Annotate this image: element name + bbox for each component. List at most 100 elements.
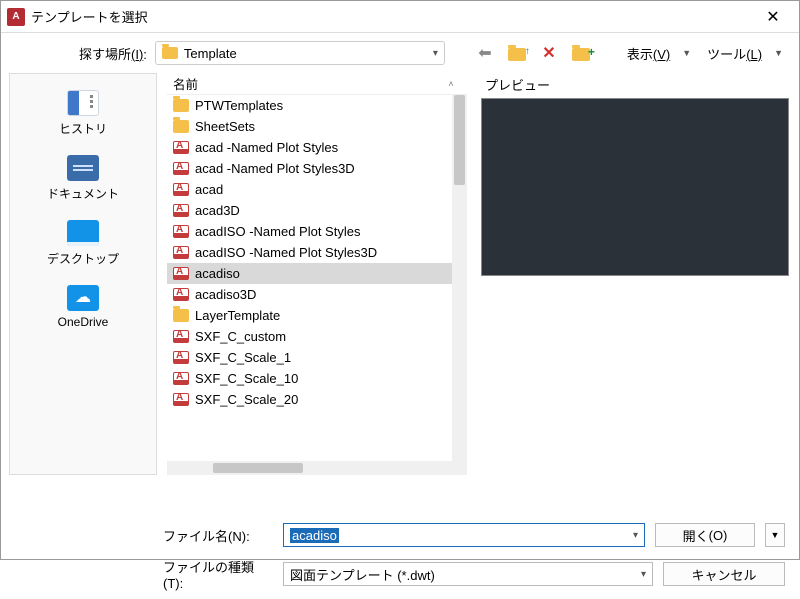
file-row[interactable]: acad -Named Plot Styles3D (167, 158, 467, 179)
file-name: acadISO -Named Plot Styles (195, 224, 360, 239)
documents-icon (67, 155, 99, 181)
open-button[interactable]: 開く(O) (655, 523, 755, 547)
app-icon: A (7, 8, 25, 26)
sidebar-item-onedrive[interactable]: OneDrive (10, 281, 156, 339)
view-menu[interactable]: 表示(V) (625, 44, 672, 63)
window-title: テンプレートを選択 (31, 7, 753, 26)
filetype-label: ファイルの種類(T): (163, 557, 273, 591)
file-name: acadiso (195, 266, 240, 281)
vertical-scrollbar[interactable] (452, 95, 467, 461)
places-sidebar: ヒストリ ドキュメント デスクトップ OneDrive (9, 73, 157, 475)
filename-label: ファイル名(N): (163, 526, 273, 545)
folder-icon (173, 309, 189, 322)
chevron-down-icon[interactable]: ▼ (680, 48, 697, 58)
filename-input[interactable]: acadiso ▾ (283, 523, 645, 547)
onedrive-icon (67, 285, 99, 311)
file-name: acad -Named Plot Styles (195, 140, 338, 155)
dwt-file-icon (173, 225, 189, 238)
dwt-file-icon (173, 183, 189, 196)
preview-box (481, 98, 789, 276)
file-row[interactable]: LayerTemplate (167, 305, 467, 326)
chevron-down-icon[interactable]: ▼ (772, 48, 789, 58)
dwt-file-icon (173, 204, 189, 217)
folder-icon (162, 47, 178, 59)
file-row[interactable]: acad3D (167, 200, 467, 221)
look-in-label: 探す場所(I): (79, 44, 147, 63)
file-row[interactable]: SXF_C_custom (167, 326, 467, 347)
back-button[interactable]: ⬅ (473, 41, 497, 65)
chevron-down-icon: ▾ (433, 48, 438, 59)
dwt-file-icon (173, 372, 189, 385)
folder-icon (173, 99, 189, 112)
arrow-left-icon: ⬅ (478, 43, 491, 63)
scrollbar-thumb[interactable] (454, 95, 465, 185)
new-folder-button[interactable] (569, 41, 593, 65)
sidebar-item-desktop[interactable]: デスクトップ (10, 216, 156, 277)
folder-icon (173, 120, 189, 133)
file-name: PTWTemplates (195, 98, 283, 113)
dwt-file-icon (173, 141, 189, 154)
file-name: SheetSets (195, 119, 255, 134)
title-bar: A テンプレートを選択 ✕ (1, 1, 799, 33)
up-folder-button[interactable] (505, 41, 529, 65)
filetype-value: 図面テンプレート (*.dwt) (290, 565, 435, 584)
file-list-panel: 名前 ˄ PTWTemplates SheetSets acad -Named Pl… (167, 73, 467, 475)
file-row[interactable]: acadiso (167, 263, 467, 284)
dwt-file-icon (173, 351, 189, 364)
file-name: SXF_C_custom (195, 329, 286, 344)
dwt-file-icon (173, 288, 189, 301)
file-row[interactable]: SheetSets (167, 116, 467, 137)
column-name: 名前 (173, 74, 441, 93)
scrollbar-thumb[interactable] (213, 463, 303, 473)
folder-new-icon (572, 48, 590, 61)
file-name: SXF_C_Scale_20 (195, 392, 298, 407)
dwt-file-icon (173, 267, 189, 280)
delete-icon: ✕ (542, 43, 555, 63)
tools-menu[interactable]: ツール(L) (705, 44, 764, 63)
sort-indicator-icon: ˄ (441, 79, 461, 89)
file-name: acad (195, 182, 223, 197)
chevron-down-icon: ▾ (641, 569, 646, 580)
open-dropdown-button[interactable]: ▼ (765, 523, 785, 547)
dwt-file-icon (173, 162, 189, 175)
file-name: acadISO -Named Plot Styles3D (195, 245, 377, 260)
file-row[interactable]: acadISO -Named Plot Styles (167, 221, 467, 242)
filename-value: acadiso (290, 528, 339, 543)
history-icon (67, 90, 99, 116)
file-row[interactable]: PTWTemplates (167, 95, 467, 116)
cancel-button[interactable]: キャンセル (663, 562, 785, 586)
sidebar-item-documents[interactable]: ドキュメント (10, 151, 156, 212)
file-row[interactable]: SXF_C_Scale_10 (167, 368, 467, 389)
look-in-combo[interactable]: Template ▾ (155, 41, 445, 65)
toolbar: 探す場所(I): Template ▾ ⬅ ✕ 表示(V) ▼ ツール(L) ▼ (1, 33, 799, 73)
preview-panel: プレビュー (481, 73, 789, 475)
bottom-panel: ファイル名(N): acadiso ▾ 開く(O) ▼ ファイルの種類(T): … (1, 475, 799, 599)
file-row[interactable]: acad -Named Plot Styles (167, 137, 467, 158)
file-name: acad3D (195, 203, 240, 218)
file-name: acadiso3D (195, 287, 256, 302)
file-name: LayerTemplate (195, 308, 280, 323)
file-name: SXF_C_Scale_10 (195, 371, 298, 386)
close-icon[interactable]: ✕ (753, 7, 793, 27)
desktop-icon (67, 220, 99, 246)
file-name: SXF_C_Scale_1 (195, 350, 291, 365)
sidebar-item-history[interactable]: ヒストリ (10, 86, 156, 147)
dwt-file-icon (173, 246, 189, 259)
file-row[interactable]: acadiso3D (167, 284, 467, 305)
filetype-combo[interactable]: 図面テンプレート (*.dwt) ▾ (283, 562, 653, 586)
file-row[interactable]: acadISO -Named Plot Styles3D (167, 242, 467, 263)
look-in-value: Template (184, 46, 427, 61)
horizontal-scrollbar[interactable] (167, 461, 467, 475)
dwt-file-icon (173, 393, 189, 406)
file-row[interactable]: acad (167, 179, 467, 200)
chevron-down-icon: ▾ (633, 530, 638, 541)
preview-label: プレビュー (481, 73, 789, 98)
file-row[interactable]: SXF_C_Scale_20 (167, 389, 467, 410)
folder-up-icon (508, 48, 526, 61)
file-list[interactable]: PTWTemplates SheetSets acad -Named Plot St… (167, 95, 467, 461)
dwt-file-icon (173, 330, 189, 343)
file-row[interactable]: SXF_C_Scale_1 (167, 347, 467, 368)
delete-button[interactable]: ✕ (537, 41, 561, 65)
file-name: acad -Named Plot Styles3D (195, 161, 355, 176)
file-list-header[interactable]: 名前 ˄ (167, 73, 467, 95)
